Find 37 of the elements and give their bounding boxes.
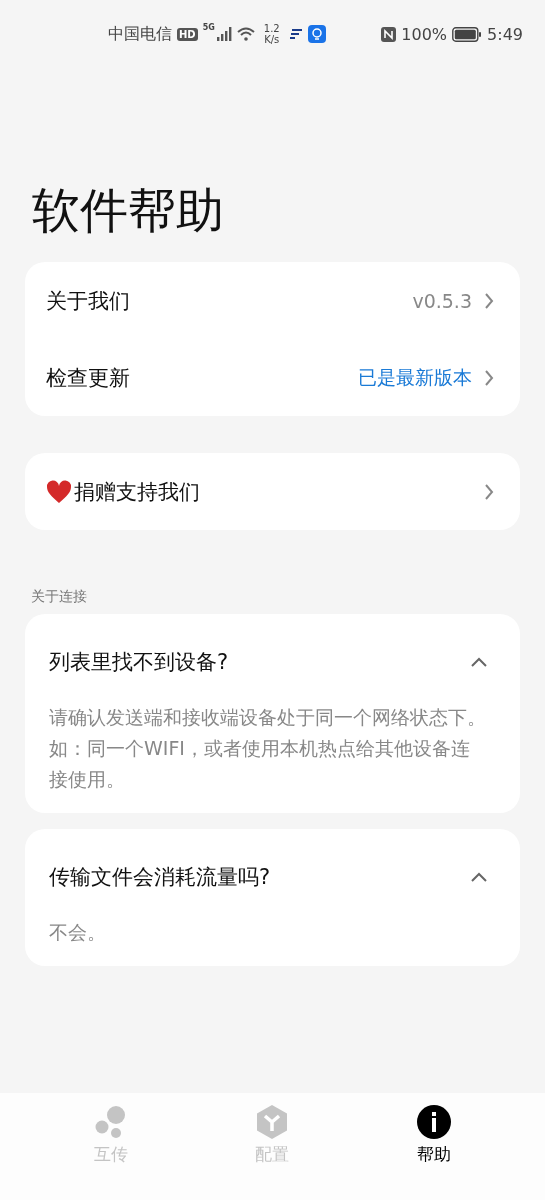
- app-icon: [288, 28, 303, 40]
- chevron-right-icon: [484, 482, 494, 501]
- carrier-name: 中国电信: [108, 23, 172, 45]
- heart-icon: [46, 479, 72, 504]
- chevron-right-icon: [484, 291, 494, 310]
- nav-tab[interactable]: 帮助: [389, 1105, 480, 1200]
- info-icon: [417, 1105, 452, 1139]
- faq-answer: 不会。: [49, 920, 107, 945]
- faq-answer: 请确认发送端和接收端设备处于同一个网络状态下。如：同一个WIFI，或者使用本机热点给其他设备连接使用。: [49, 705, 487, 792]
- wifi-icon: [236, 27, 255, 41]
- faq-question: 传输文件会消耗流量吗?: [49, 864, 271, 891]
- settings-row[interactable]: 检查更新 已是最新版本: [25, 339, 520, 416]
- battery-percent: 100%: [401, 24, 448, 44]
- faq-header[interactable]: 传输文件会消耗流量吗?: [49, 851, 488, 903]
- row-label: 关于我们: [46, 287, 131, 315]
- nfc-icon: [381, 26, 397, 42]
- bubbles-icon: [93, 1105, 128, 1139]
- cube-icon: [255, 1105, 290, 1139]
- row-value: v0.5.3: [412, 289, 472, 312]
- faq-question: 列表里找不到设备?: [49, 649, 229, 676]
- signal-icon: [215, 27, 232, 41]
- row-value: 已是最新版本: [358, 364, 472, 390]
- bulb-icon: [307, 25, 326, 43]
- battery-icon: [452, 26, 483, 42]
- donate-row[interactable]: 捐赠支持我们: [25, 453, 520, 530]
- section-label: 关于连接: [31, 588, 88, 606]
- faq-header[interactable]: 列表里找不到设备?: [49, 636, 488, 688]
- row-label: 检查更新: [46, 364, 131, 392]
- page-title: 软件帮助: [32, 181, 225, 240]
- row-label: 捐赠支持我们: [74, 478, 201, 506]
- hd-badge: HD: [177, 27, 198, 41]
- network-type: 5G: [202, 23, 215, 32]
- settings-row[interactable]: 关于我们 v0.5.3: [25, 262, 520, 339]
- speed-unit: K/s: [264, 34, 280, 45]
- chevron-right-icon: [484, 368, 494, 387]
- speed-value: 1.2: [263, 23, 280, 34]
- clock: 5:49: [487, 24, 523, 44]
